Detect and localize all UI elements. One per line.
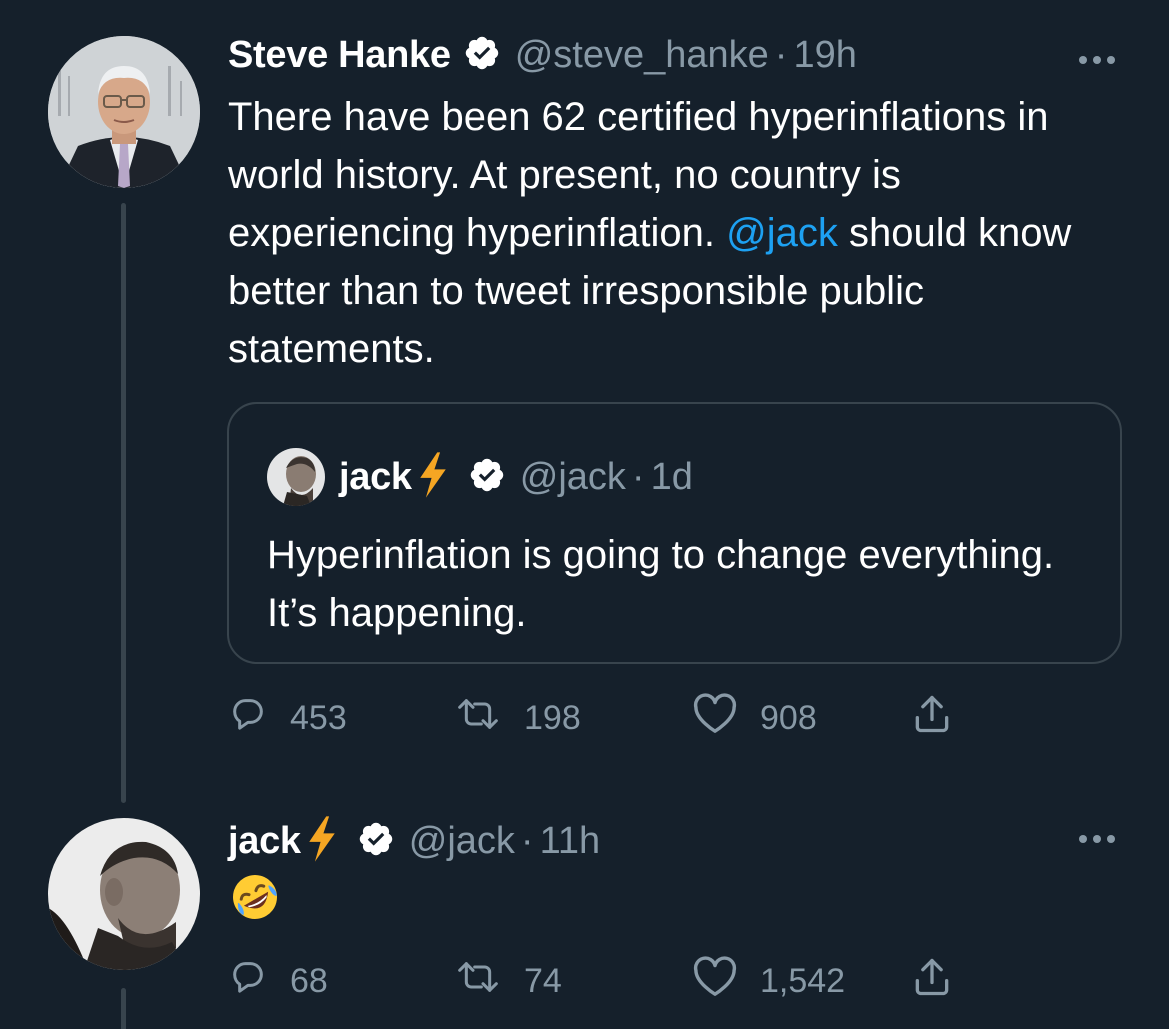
reply-icon: [228, 694, 268, 743]
tweet-action-bar: 453 198 908: [228, 692, 954, 745]
reply-button[interactable]: 68: [228, 957, 454, 1006]
reply-count: 68: [290, 962, 328, 1000]
mention-link[interactable]: @jack: [726, 211, 838, 255]
like-icon: [692, 956, 738, 1007]
share-button[interactable]: [910, 692, 954, 745]
reply-header: jack @jack · 11h: [228, 816, 600, 867]
separator-dot: ·: [631, 455, 645, 498]
verified-badge-icon: [357, 820, 395, 863]
avatar-jack[interactable]: [48, 818, 200, 970]
quoted-tweet-header: jack @jack · 1d: [267, 448, 693, 506]
lightning-bolt-icon: [305, 816, 339, 867]
more-icon[interactable]: [1079, 835, 1115, 843]
reply-author-name[interactable]: jack: [228, 820, 301, 863]
retweet-button[interactable]: 198: [454, 694, 692, 743]
thread-connector: [121, 988, 126, 1029]
separator-dot: ·: [520, 820, 534, 862]
rolling-on-the-floor-laughing-emoji-icon: [230, 872, 280, 922]
quoted-author-handle[interactable]: @jack: [520, 456, 626, 499]
share-icon: [910, 955, 954, 1008]
retweet-icon: [454, 694, 502, 743]
author-name[interactable]: Steve Hanke: [228, 34, 451, 77]
more-icon[interactable]: [1079, 56, 1115, 64]
like-icon: [692, 693, 738, 744]
retweet-count: 74: [524, 962, 562, 1000]
reply-timestamp[interactable]: 11h: [540, 820, 601, 863]
like-button[interactable]: 908: [692, 693, 910, 744]
tweet-body: There have been 62 certified hyperinflat…: [228, 88, 1128, 378]
like-button[interactable]: 1,542: [692, 956, 910, 1007]
retweet-count: 198: [524, 699, 581, 737]
separator-dot: ·: [774, 34, 788, 76]
reply-count: 453: [290, 699, 347, 737]
tweet-thread: Steve Hanke @steve_hanke · 19h There hav…: [0, 0, 1169, 1029]
share-icon: [910, 692, 954, 745]
timestamp[interactable]: 19h: [793, 34, 856, 77]
quoted-tweet-text: Hyperinflation is going to change everyt…: [267, 533, 1055, 635]
verified-badge-icon: [463, 34, 501, 77]
quoted-author-name[interactable]: jack: [339, 456, 412, 499]
verified-badge-icon: [468, 456, 506, 499]
retweet-button[interactable]: 74: [454, 957, 692, 1006]
quoted-tweet-card[interactable]: jack @jack · 1d Hyperinflation is going …: [227, 402, 1122, 664]
author-handle[interactable]: @steve_hanke: [515, 34, 769, 77]
quoted-timestamp[interactable]: 1d: [651, 456, 693, 499]
reply-icon: [228, 957, 268, 1006]
avatar-jack-small[interactable]: [267, 448, 325, 506]
thread-connector: [121, 203, 126, 803]
lightning-bolt-icon: [416, 451, 450, 503]
reply-button[interactable]: 453: [228, 694, 454, 743]
like-count: 1,542: [760, 962, 846, 1000]
tweet-header: Steve Hanke @steve_hanke · 19h: [228, 34, 857, 77]
retweet-icon: [454, 957, 502, 1006]
avatar-steve-hanke[interactable]: [48, 36, 200, 188]
reply-author-handle[interactable]: @jack: [409, 820, 515, 863]
share-button[interactable]: [910, 955, 954, 1008]
reply-action-bar: 68 74 1,542: [228, 955, 954, 1008]
like-count: 908: [760, 699, 817, 737]
